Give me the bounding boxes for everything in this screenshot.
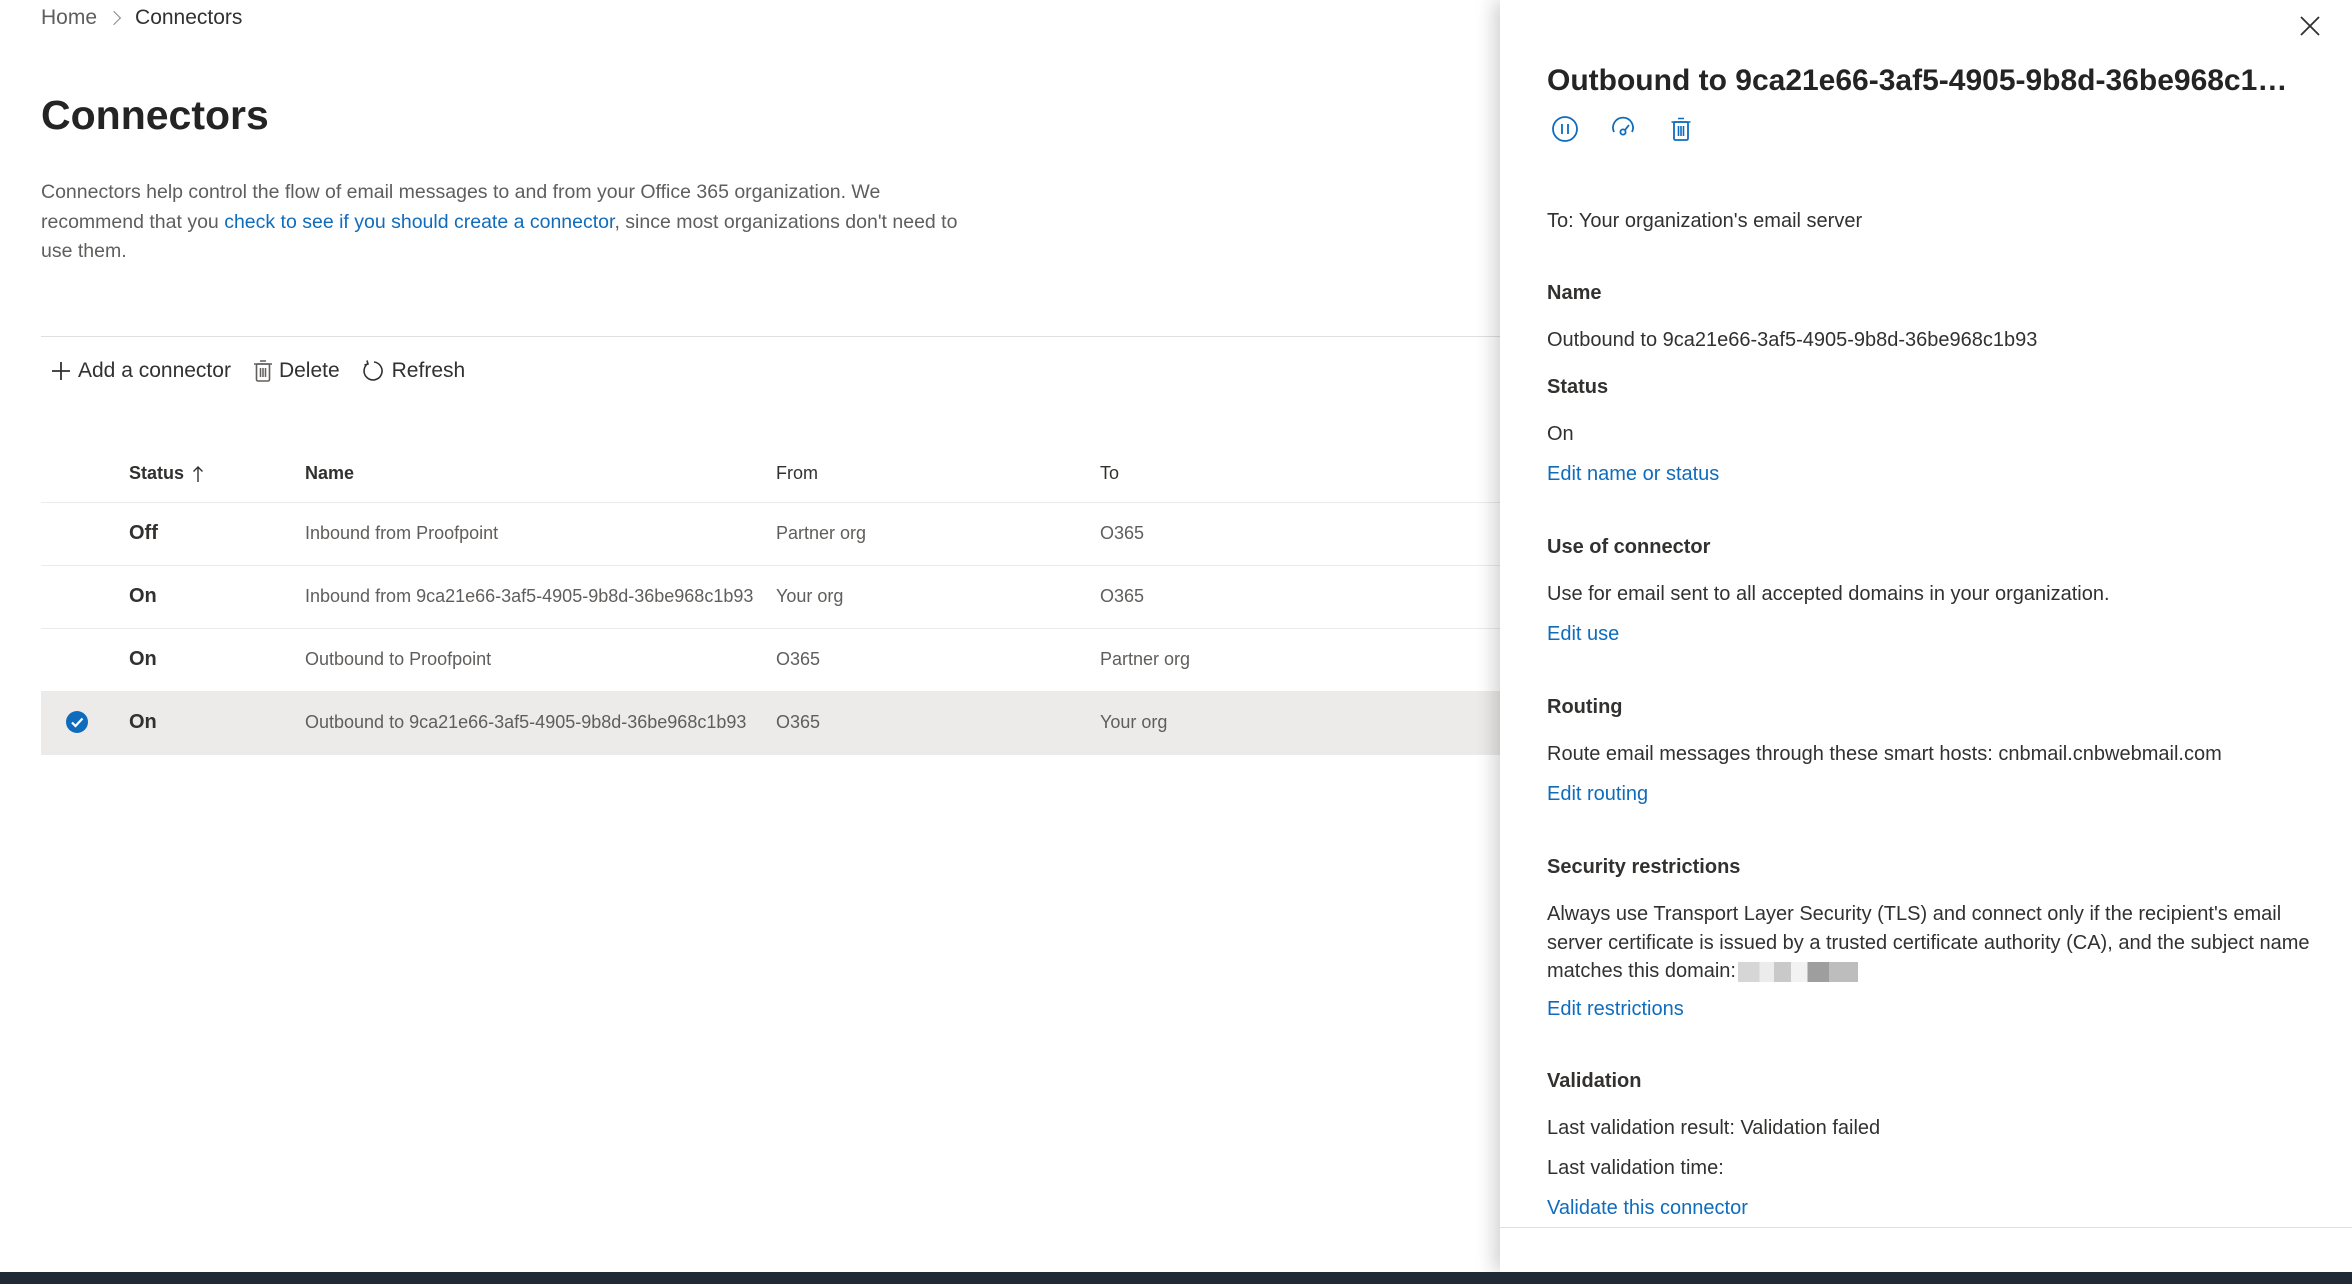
row-status: Off (129, 522, 158, 544)
table-row[interactable]: On Inbound from 9ca21e66-3af5-4905-9b8d-… (41, 566, 1500, 629)
routing-header: Routing (1547, 696, 1623, 718)
row-status: On (129, 711, 157, 733)
page: Home Connectors Connectors Connectors he… (0, 0, 2352, 1284)
breadcrumb-current: Connectors (135, 6, 243, 29)
checkmark-circle-icon (66, 711, 88, 733)
panel-actions (1550, 114, 1724, 144)
column-header-name[interactable]: Name (305, 463, 354, 484)
validation-time: Last validation time: (1547, 1157, 1724, 1179)
table-row[interactable]: On Outbound to Proofpoint O365 Partner o… (41, 629, 1500, 692)
use-value: Use for email sent to all accepted domai… (1547, 583, 2110, 605)
validate-connector-link[interactable]: Validate this connector (1547, 1197, 1748, 1220)
add-icon (52, 362, 70, 380)
divider (41, 336, 1500, 337)
row-checkbox[interactable] (65, 710, 89, 739)
row-name: Outbound to Proofpoint (305, 649, 492, 669)
add-connector-label: Add a connector (78, 359, 231, 382)
status-value: On (1547, 423, 1574, 445)
column-header-status[interactable]: Status (129, 463, 204, 484)
row-name: Outbound to 9ca21e66-3af5-4905-9b8d-36be… (305, 712, 747, 732)
close-button[interactable] (2298, 14, 2322, 38)
edit-name-status-link[interactable]: Edit name or status (1547, 463, 1719, 486)
connector-details-panel: Outbound to 9ca21e66-3af5-4905-9b8d-36be… (1500, 0, 2352, 1272)
edit-routing-link[interactable]: Edit routing (1547, 783, 1648, 806)
chevron-right-icon (106, 10, 122, 26)
page-title: Connectors (41, 92, 269, 138)
pause-icon (1552, 116, 1578, 142)
table-row-selected[interactable]: On Outbound to 9ca21e66-3af5-4905-9b8d-3… (41, 692, 1500, 755)
delete-icon (1671, 117, 1691, 141)
main-content: Home Connectors Connectors Connectors he… (0, 0, 1500, 1272)
from-line: From: Office 365 (1547, 174, 1696, 182)
row-from: Your org (776, 586, 844, 606)
row-to: O365 (1100, 523, 1145, 543)
test-icon (1612, 116, 1634, 136)
delete-connector-button[interactable] (1666, 114, 1696, 144)
breadcrumb-home[interactable]: Home (41, 6, 97, 30)
security-value: Always use Transport Layer Security (TLS… (1547, 900, 2327, 986)
refresh-label: Refresh (391, 359, 466, 382)
row-status: On (129, 585, 157, 607)
panel-footer-divider (1500, 1227, 2352, 1228)
toolbar: Add a connector Delete Refresh (50, 354, 487, 388)
edit-use-link[interactable]: Edit use (1547, 623, 1619, 646)
delete-label: Delete (278, 359, 340, 382)
add-connector-button[interactable]: Add a connector (50, 359, 231, 383)
delete-icon (253, 360, 272, 382)
column-header-status-label: Status (129, 463, 185, 483)
table-header: Status Name From To (41, 444, 1500, 503)
validation-header: Validation (1547, 1070, 1642, 1092)
row-name: Inbound from 9ca21e66-3af5-4905-9b8d-36b… (305, 586, 754, 606)
redacted-domain (1737, 961, 1858, 982)
test-connector-button[interactable] (1608, 114, 1638, 144)
panel-title: Outbound to 9ca21e66-3af5-4905-9b8d-36be… (1547, 64, 2297, 97)
security-header: Security restrictions (1547, 856, 1741, 878)
row-name: Inbound from Proofpoint (305, 523, 499, 543)
panel-body: From: Office 365 To: Your organization's… (1547, 174, 2327, 1224)
name-header: Name (1547, 282, 1602, 304)
delete-button[interactable]: Delete (253, 359, 340, 383)
check-connector-link[interactable]: check to see if you should create a conn… (224, 211, 614, 233)
routing-value: Route email messages through these smart… (1547, 743, 2222, 765)
refresh-button[interactable]: Refresh (362, 359, 466, 383)
row-from: O365 (776, 649, 821, 669)
row-to: O365 (1100, 586, 1145, 606)
sort-ascending-icon (193, 465, 204, 482)
row-to: Your org (1100, 712, 1168, 732)
breadcrumb: Home Connectors (41, 6, 242, 30)
close-icon (2300, 16, 2320, 36)
intro-text: Connectors help control the flow of emai… (41, 178, 971, 267)
to-line: To: Your organization's email server (1547, 210, 1863, 232)
connectors-table: Status Name From To Off Inbound from Pro… (41, 444, 1500, 755)
column-header-from[interactable]: From (776, 463, 818, 484)
column-header-to[interactable]: To (1100, 463, 1119, 484)
pause-button[interactable] (1550, 114, 1580, 144)
row-from: O365 (776, 712, 821, 732)
row-to: Partner org (1100, 649, 1191, 669)
use-header: Use of connector (1547, 536, 1711, 558)
table-row[interactable]: Off Inbound from Proofpoint Partner org … (41, 503, 1500, 566)
row-status: On (129, 648, 157, 670)
row-from: Partner org (776, 523, 867, 543)
status-header: Status (1547, 376, 1609, 398)
validation-result: Last validation result: Validation faile… (1547, 1117, 1881, 1139)
name-value: Outbound to 9ca21e66-3af5-4905-9b8d-36be… (1547, 329, 2038, 351)
security-text: Always use Transport Layer Security (TLS… (1547, 903, 2310, 982)
refresh-icon (362, 360, 383, 381)
taskbar-strip (0, 1272, 2352, 1284)
edit-restrictions-link[interactable]: Edit restrictions (1547, 998, 1684, 1021)
